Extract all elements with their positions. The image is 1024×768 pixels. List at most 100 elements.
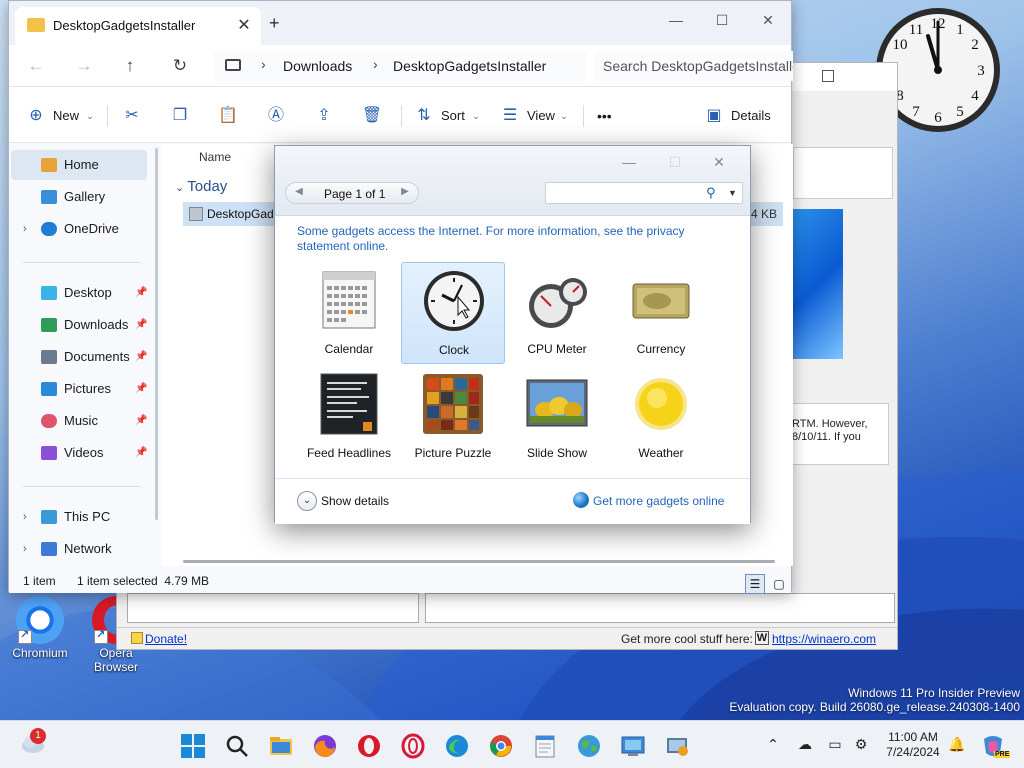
breadcrumb-downloads[interactable]: Downloads [283,58,352,74]
notepad-icon[interactable] [532,733,558,759]
search-icon[interactable]: ⚲ [706,185,716,201]
address-box[interactable]: › Downloads › DesktopGadgetsInstaller [213,51,587,81]
gadget-tile-currency[interactable]: Currency [609,262,713,364]
privacy-info-link[interactable]: Some gadgets access the Internet. For mo… [297,224,727,254]
nav-item-downloads[interactable]: Downloads 📌 [11,310,147,340]
donate-link[interactable]: Donate! [145,632,187,646]
display-icon[interactable]: ▭ [826,735,844,753]
show-details-button[interactable]: Show details [321,494,389,508]
column-header-name[interactable]: Name [199,150,231,164]
rename-icon[interactable]: Ⓐ [265,105,287,127]
nav-item-videos[interactable]: Videos 📌 [11,438,147,468]
details-button[interactable]: Details [731,105,771,127]
copy-icon[interactable]: ❐ [169,105,191,127]
start-windows-icon[interactable] [180,733,206,759]
svg-text:6: 6 [934,110,942,126]
tiles-view-button[interactable]: ▢ [769,574,789,594]
control-panel-icon[interactable] [620,733,646,759]
gadget-tile-cpu-meter[interactable]: CPU Meter [505,262,609,364]
nav-item-desktop[interactable]: Desktop 📌 [11,278,147,308]
chrome-icon[interactable] [488,733,514,759]
up-arrow-icon[interactable]: ↑ [117,55,143,77]
search-icon[interactable] [224,733,250,759]
nav-item-gallery[interactable]: Gallery [11,182,147,212]
horizontal-scrollbar[interactable] [183,560,775,563]
nav-item-pictures[interactable]: Pictures 📌 [11,374,147,404]
view-icon[interactable]: ☰ [499,105,521,127]
toolbar-divider [583,105,584,127]
tab-close-icon[interactable]: ✕ [233,15,255,37]
chevron-up-icon[interactable]: ⌃ [764,735,782,753]
get-more-gadgets-link[interactable]: Get more gadgets online [593,494,724,508]
nav-scrollbar[interactable] [155,148,158,520]
next-page-icon[interactable]: ▶ [398,186,412,197]
details-view-button[interactable]: ☰ [745,574,765,594]
paste-icon[interactable]: 📋 [217,105,239,127]
gadget-tile-calendar[interactable]: Calendar [297,262,401,364]
chevron-down-icon: ⌄ [560,111,568,121]
maximize-button[interactable]: ☐ [699,5,745,35]
desktop-icon-chromium[interactable]: Chromium [0,596,80,660]
opera-gx-icon[interactable] [400,733,426,759]
clock-area[interactable]: 11:00 AM 7/24/2024 [880,730,946,760]
background-maximize-button[interactable] [822,70,834,82]
gadget-search-input[interactable]: ⚲ ▼ [545,182,743,204]
nav-item-home[interactable]: Home [11,150,147,180]
gadgets-globe-icon[interactable] [576,733,602,759]
network-offline-icon[interactable]: ☁ [796,735,814,753]
nav-item-music[interactable]: Music 📌 [11,406,147,436]
background-bottom-right-pane [425,593,895,623]
winaero-tweaker-icon[interactable] [664,733,690,759]
gadget-tile-slide-show[interactable]: Slide Show [505,366,609,468]
sort-icon[interactable]: ⇅ [413,105,435,127]
chevron-down-icon[interactable]: ▼ [728,188,737,198]
opera-icon[interactable] [356,733,382,759]
minimize-button[interactable]: — [617,152,641,172]
gadget-tile-clock[interactable]: Clock [401,262,505,364]
breadcrumb-folder[interactable]: DesktopGadgetsInstaller [393,58,546,74]
gadget-tile-weather[interactable]: Weather [609,366,713,468]
nav-item-documents[interactable]: Documents 📌 [11,342,147,372]
new-button[interactable]: New [53,105,79,127]
language-icon[interactable]: ⚙ [852,735,870,753]
maximize-button[interactable]: ☐ [663,152,687,172]
delete-icon[interactable]: 🗑 [361,105,383,127]
copilot-pre-badge: PRE [994,751,1011,758]
search-box[interactable]: Search DesktopGadgetsInstaller [595,51,793,81]
previous-page-icon[interactable]: ◀ [292,186,306,197]
more-options-button[interactable]: ••• [597,105,612,127]
refresh-icon[interactable]: ↻ [167,55,193,77]
forward-arrow-icon[interactable]: → [71,55,97,77]
share-icon[interactable]: ⇪ [313,105,335,127]
pin-icon: 📌 [135,447,148,458]
chevron-right-icon[interactable]: › [23,534,27,564]
chevron-right-icon[interactable]: › [23,214,27,244]
gadget-tile-feed-headlines[interactable]: Feed Headlines [297,366,401,468]
group-header-today[interactable]: ⌄ Today [175,178,227,195]
gadget-tile-picture-puzzle[interactable]: Picture Puzzle [401,366,505,468]
new-tab-icon[interactable]: + [269,13,280,34]
chevron-down-icon[interactable]: ⌄ [297,491,317,511]
gadget-label: Picture Puzzle [414,446,492,460]
nav-item-onedrive[interactable]: › OneDrive [11,214,147,244]
explorer-tab[interactable]: DesktopGadgetsInstaller ✕ [15,7,261,45]
cut-icon[interactable]: ✂ [121,105,143,127]
winaero-link[interactable]: https://winaero.com [772,632,876,646]
chevron-right-icon[interactable]: › [23,502,27,532]
file-explorer-icon[interactable] [268,733,294,759]
navigation-pane: Home Gallery › OneDrive Desktop 📌 Downlo… [9,144,161,566]
nav-item-this-pc[interactable]: › This PC [11,502,147,532]
back-arrow-icon[interactable]: ← [23,55,49,77]
close-button[interactable]: ✕ [745,5,791,35]
bell-icon[interactable]: 🔔 [948,735,966,753]
edge-icon[interactable] [444,733,470,759]
nav-item-network[interactable]: › Network [11,534,147,564]
sort-button[interactable]: Sort [441,105,465,127]
firefox-icon[interactable] [312,733,338,759]
view-button[interactable]: View [527,105,555,127]
new-plus-icon[interactable]: ⊕ [25,105,47,127]
close-button[interactable]: ✕ [707,152,731,172]
gadget-gallery-dialog[interactable]: — ☐ ✕ ◀ Page 1 of 1 ▶ ⚲ ▼ Some gadgets a… [274,145,751,524]
minimize-button[interactable]: — [653,5,699,35]
details-pane-icon[interactable]: ▣ [703,105,725,127]
